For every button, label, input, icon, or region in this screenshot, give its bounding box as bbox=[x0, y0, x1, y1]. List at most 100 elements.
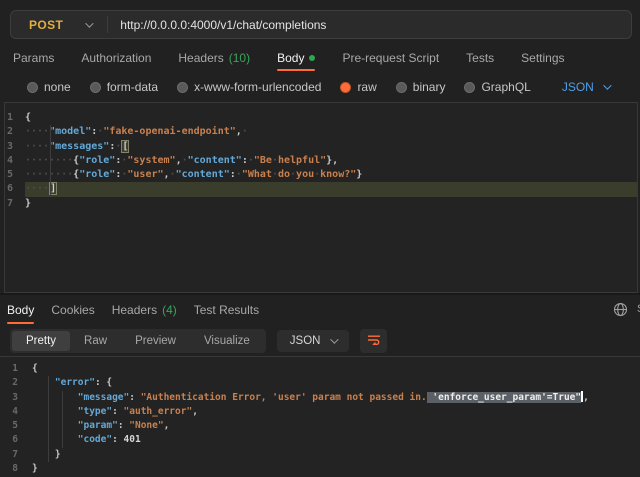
tab-label: Pre-request Script bbox=[342, 51, 439, 65]
line-number: 4 bbox=[0, 405, 32, 419]
view-mode-switch: PrettyRawPreviewVisualize bbox=[10, 329, 266, 353]
code-line-1: 1{ bbox=[0, 362, 640, 376]
code-line-6: 6····] bbox=[5, 182, 637, 196]
response-body-editor[interactable]: 1{2 "error": {3 "message": "Authenticati… bbox=[0, 356, 640, 477]
line-number: 6 bbox=[5, 182, 25, 196]
radio-icon bbox=[90, 82, 101, 93]
line-number: 6 bbox=[0, 433, 32, 447]
mode-label: raw bbox=[357, 80, 376, 94]
tab-label: Body bbox=[277, 51, 304, 65]
mode-label: binary bbox=[413, 80, 446, 94]
code-line-2: 2 "error": { bbox=[0, 376, 640, 390]
tab-label: Authorization bbox=[81, 51, 151, 65]
code-line-7: 7 } bbox=[0, 448, 640, 462]
code-text: ····] bbox=[25, 182, 57, 196]
code-text: ····"model":·"fake-openai-endpoint",· bbox=[25, 125, 248, 139]
tab-settings[interactable]: Settings bbox=[521, 44, 564, 72]
code-text: ····"messages":·[ bbox=[25, 140, 129, 154]
response-toolbar: PrettyRawPreviewVisualize JSON bbox=[0, 325, 640, 356]
request-url-bar: POST http://0.0.0.0:4000/v1/chat/complet… bbox=[10, 10, 632, 39]
body-mode-raw[interactable]: raw bbox=[340, 80, 376, 94]
code-text: "type": "auth_error", bbox=[32, 405, 198, 419]
mode-label: GraphQL bbox=[481, 80, 530, 94]
response-format-dropdown[interactable]: JSON bbox=[277, 330, 350, 352]
tab-authorization[interactable]: Authorization bbox=[81, 44, 151, 72]
request-body-editor[interactable]: 1{2····"model":·"fake-openai-endpoint",·… bbox=[4, 102, 638, 293]
code-line-5: 5 "param": "None", bbox=[0, 419, 640, 433]
mode-label: x-www-form-urlencoded bbox=[194, 80, 321, 94]
radio-icon bbox=[396, 82, 407, 93]
method-dropdown[interactable]: POST bbox=[11, 11, 107, 38]
line-number: 3 bbox=[5, 140, 25, 154]
radio-icon bbox=[27, 82, 38, 93]
tab-label: Headers bbox=[112, 303, 157, 317]
tab-label: Tests bbox=[466, 51, 494, 65]
url-input[interactable]: http://0.0.0.0:4000/v1/chat/completions bbox=[108, 18, 326, 32]
code-text: "param": "None", bbox=[32, 419, 169, 433]
view-mode-preview[interactable]: Preview bbox=[121, 331, 190, 351]
tab-pre-request-script[interactable]: Pre-request Script bbox=[342, 44, 439, 72]
indent-guide bbox=[62, 391, 63, 448]
code-line-2: 2····"model":·"fake-openai-endpoint",· bbox=[5, 125, 637, 139]
line-number: 7 bbox=[5, 197, 25, 211]
code-text: ········{"role":·"user",·"content":·"Wha… bbox=[25, 168, 362, 182]
code-line-5: 5········{"role":·"user",·"content":·"Wh… bbox=[5, 168, 637, 182]
unsaved-dot-icon bbox=[309, 55, 315, 61]
chevron-down-icon bbox=[331, 335, 339, 343]
line-number: 2 bbox=[0, 376, 32, 390]
code-line-7: 7} bbox=[5, 197, 637, 211]
code-line-4: 4········{"role":·"system",·"content":·"… bbox=[5, 154, 637, 168]
radio-icon bbox=[177, 82, 188, 93]
tab-body[interactable]: Body bbox=[277, 44, 315, 72]
view-mode-pretty[interactable]: Pretty bbox=[12, 331, 70, 351]
view-mode-raw[interactable]: Raw bbox=[70, 331, 121, 351]
code-line-3: 3 "message": "Authentication Error, 'use… bbox=[0, 391, 640, 405]
code-text: } bbox=[32, 462, 38, 476]
line-number: 7 bbox=[0, 448, 32, 462]
network-globe-icon[interactable] bbox=[613, 302, 628, 322]
tab-label: Headers bbox=[178, 51, 223, 65]
body-mode-graphql[interactable]: GraphQL bbox=[464, 80, 530, 94]
code-text: ········{"role":·"system",·"content":·"B… bbox=[25, 154, 338, 168]
radio-icon bbox=[340, 82, 351, 93]
wrap-text-button[interactable] bbox=[360, 329, 387, 353]
response-tab-headers[interactable]: Headers(4) bbox=[112, 295, 177, 325]
code-line-3: 3····"messages":·[ bbox=[5, 140, 637, 154]
response-tab-cookies[interactable]: Cookies bbox=[51, 295, 94, 325]
indent-guide bbox=[48, 376, 49, 462]
tab-label: Body bbox=[7, 303, 34, 317]
response-format-label: JSON bbox=[290, 335, 321, 347]
chevron-down-icon bbox=[603, 81, 611, 89]
code-text: { bbox=[32, 362, 38, 376]
line-number: 5 bbox=[5, 168, 25, 182]
wrap-text-icon bbox=[367, 332, 381, 350]
body-mode-binary[interactable]: binary bbox=[396, 80, 446, 94]
response-tab-test-results[interactable]: Test Results bbox=[194, 295, 259, 325]
body-mode-none[interactable]: none bbox=[27, 80, 71, 94]
code-line-8: 8} bbox=[0, 462, 640, 476]
tab-count: (10) bbox=[229, 51, 250, 65]
tab-label: Cookies bbox=[51, 303, 94, 317]
code-text: "message": "Authentication Error, 'user'… bbox=[32, 391, 589, 405]
tab-headers[interactable]: Headers (10) bbox=[178, 44, 250, 72]
line-number: 4 bbox=[5, 154, 25, 168]
view-mode-visualize[interactable]: Visualize bbox=[190, 331, 264, 351]
body-mode-x-www-form-urlencoded[interactable]: x-www-form-urlencoded bbox=[177, 80, 321, 94]
mode-label: none bbox=[44, 80, 71, 94]
tab-label: Settings bbox=[521, 51, 564, 65]
response-tab-body[interactable]: Body bbox=[7, 295, 34, 325]
line-number: 8 bbox=[0, 462, 32, 476]
tab-label: Params bbox=[13, 51, 54, 65]
body-mode-row: none form-data x-www-form-urlencoded raw bin… bbox=[0, 72, 640, 102]
indent-guide bbox=[50, 125, 51, 197]
body-format-dropdown[interactable]: JSON bbox=[562, 80, 609, 94]
tab-tests[interactable]: Tests bbox=[466, 44, 494, 72]
method-label: POST bbox=[29, 18, 63, 32]
body-mode-form-data[interactable]: form-data bbox=[90, 80, 158, 94]
code-line-4: 4 "type": "auth_error", bbox=[0, 405, 640, 419]
tab-params[interactable]: Params bbox=[13, 44, 54, 72]
tab-label: Test Results bbox=[194, 303, 259, 317]
code-text: } bbox=[25, 197, 31, 211]
mode-label: form-data bbox=[107, 80, 158, 94]
chevron-down-icon bbox=[85, 19, 93, 27]
